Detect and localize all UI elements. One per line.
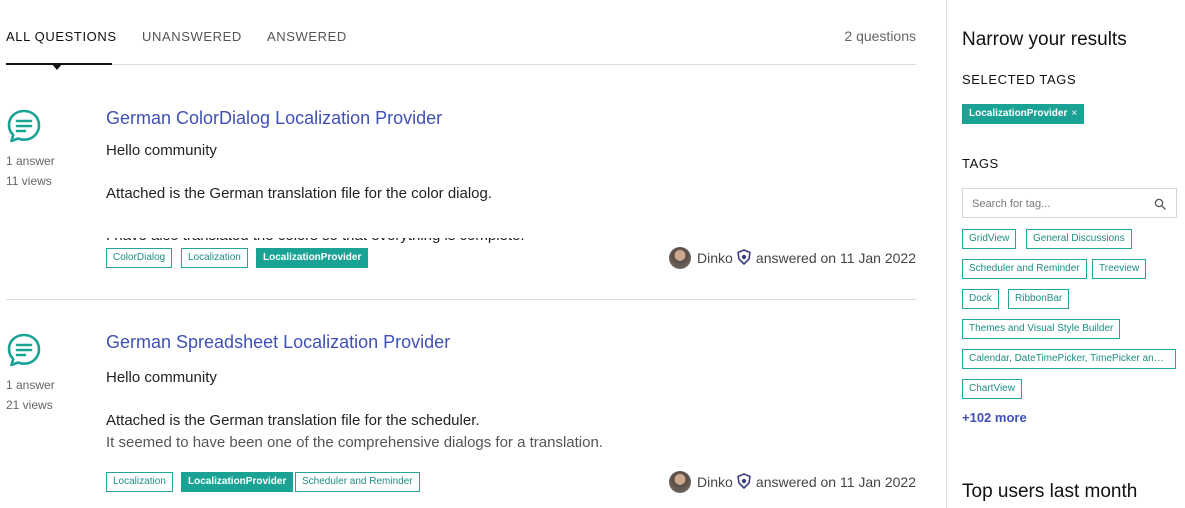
avatar[interactable] [669,247,691,269]
shield-badge-icon [737,473,751,489]
sidebar-divider [946,0,947,508]
selected-tag-label: LocalizationProvider [969,108,1068,119]
tag-filter-link[interactable]: General Discussions [1026,229,1132,249]
question-title-link[interactable]: German ColorDialog Localization Provider [106,108,442,129]
search-icon[interactable] [1154,198,1166,210]
avatar[interactable] [669,471,691,493]
tag-filter-link[interactable]: ChartView [962,379,1022,399]
question-tag[interactable]: Localization [106,472,173,492]
question-tag[interactable]: Localization [181,248,248,268]
question-tag-selected[interactable]: LocalizationProvider [256,248,369,268]
tag-filter-link[interactable]: GridView [962,229,1017,249]
question-item: 1 answer 21 views German Spreadsheet Loc… [6,320,916,508]
tag-filter-link[interactable]: Treeview [1092,259,1147,279]
question-tag[interactable]: ColorDialog [106,248,173,268]
tag-filter-link[interactable]: Dock [962,289,999,309]
user-name-link[interactable]: Dinko [697,250,733,266]
questions-panel: ALL QUESTIONS UNANSWERED ANSWERED 2 ques… [0,0,946,508]
tag-filter-link[interactable]: Calendar, DateTimePicker, TimePicker and… [962,349,1176,369]
active-tab-caret-icon [52,64,62,70]
tab-all-questions[interactable]: ALL QUESTIONS [6,29,117,44]
chat-bubble-icon [7,109,41,143]
selected-tags-heading: SELECTED TAGS [962,72,1077,87]
excerpt-fade-overlay [106,224,666,238]
tab-answered[interactable]: ANSWERED [267,29,347,44]
tags-heading: TAGS [962,156,999,171]
more-tags-link[interactable]: +102 more [962,410,1027,425]
tab-unanswered[interactable]: UNANSWERED [142,29,242,44]
question-filter-tabs: ALL QUESTIONS UNANSWERED ANSWERED 2 ques… [6,0,916,70]
chat-bubble-icon [7,333,41,367]
shield-badge-icon [737,249,751,265]
tag-search-input[interactable] [972,195,1152,213]
sidebar-title: Narrow your results [962,29,1127,50]
question-excerpt-faded-line: It seemed to have been one of the compre… [106,434,603,451]
answered-date: answered on 11 Jan 2022 [755,474,916,490]
question-excerpt-line: Hello community [106,369,217,386]
answered-date: answered on 11 Jan 2022 [755,250,916,266]
question-count: 2 questions [844,28,916,44]
question-item: 1 answer 11 views German ColorDialog Loc… [6,96,916,300]
sidebar: Narrow your results SELECTED TAGS Locali… [962,0,1185,508]
remove-tag-icon[interactable]: × [1071,108,1077,119]
user-name-link[interactable]: Dinko [697,474,733,490]
question-excerpt-line: Attached is the German translation file … [106,185,493,202]
question-excerpt-line: Attached is the German translation file … [106,412,480,429]
question-title-link[interactable]: German Spreadsheet Localization Provider [106,332,450,353]
tag-filter-link[interactable]: Scheduler and Reminder [962,259,1087,279]
question-tag[interactable]: Scheduler and Reminder [295,472,420,492]
view-count: 11 views [6,174,52,188]
tag-search-box [962,188,1177,218]
view-count: 21 views [6,398,53,412]
answer-count: 1 answer [6,378,55,392]
answer-count: 1 answer [6,154,55,168]
tag-filter-link[interactable]: RibbonBar [1008,289,1070,309]
selected-tag-chip[interactable]: LocalizationProvider × [962,104,1085,124]
top-users-heading: Top users last month [962,481,1138,502]
question-tag-selected[interactable]: LocalizationProvider [181,472,294,492]
question-excerpt-line: Hello community [106,142,217,159]
tag-filter-link[interactable]: Themes and Visual Style Builder [962,319,1121,339]
